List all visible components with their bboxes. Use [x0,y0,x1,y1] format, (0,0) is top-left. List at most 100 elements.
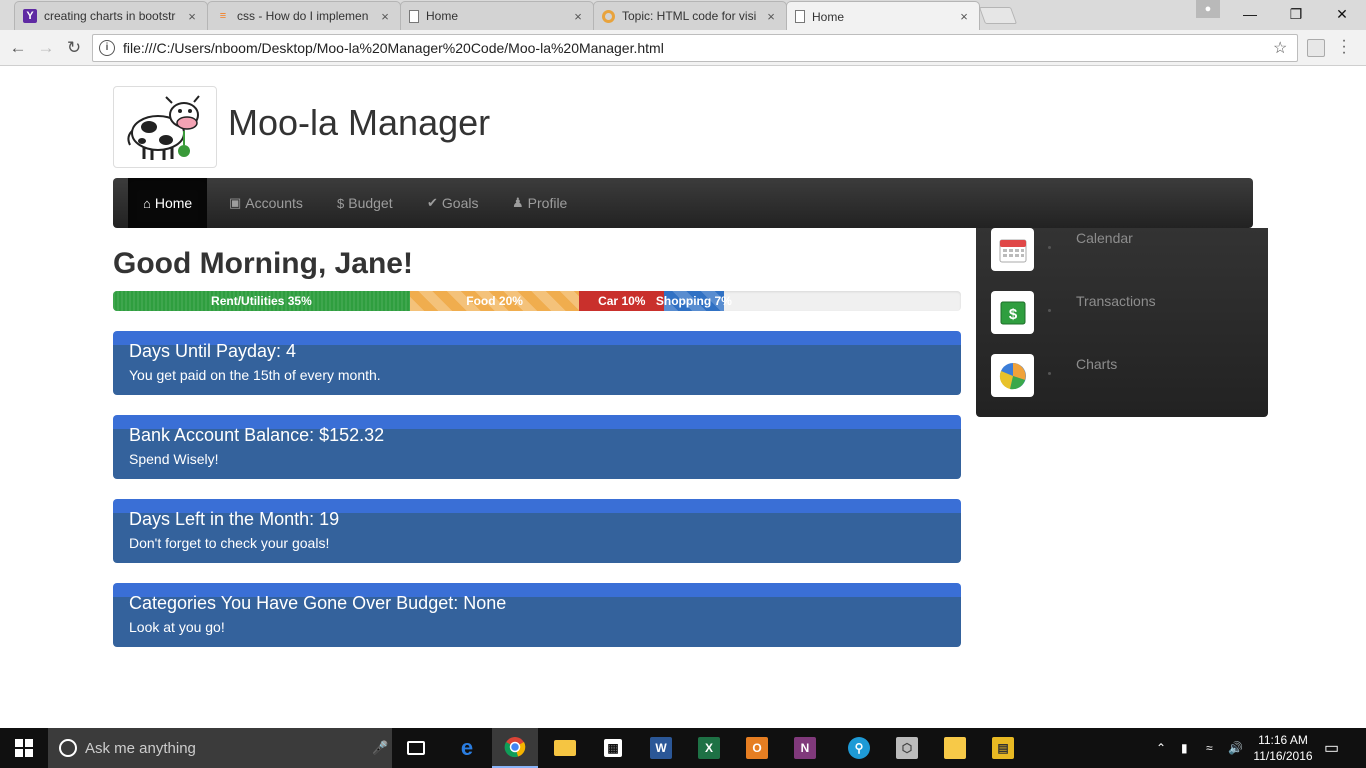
windows-taskbar: Ask me anything 🎤 e ▦ W X O N ⚲ ⬡ ▤ ⌃ ▮ … [0,728,1366,768]
side-item-label: Transactions [1076,293,1156,309]
close-window-button[interactable]: ✕ [1320,0,1364,28]
browser-tabstrip: Y creating charts in bootstr × ≡ css - H… [0,0,1366,31]
progress-segment-food: Food 20% [409,291,580,311]
url-text[interactable]: file:///C:/Users/nboom/Desktop/Moo-la%20… [123,40,1273,56]
microphone-icon[interactable]: 🎤 [372,740,392,756]
progress-segment-shopping: Shopping 7% [656,291,732,311]
forward-button[interactable]: → [34,36,58,60]
show-hidden-icons-icon[interactable]: ⌃ [1156,728,1166,768]
greeting-heading: Good Morning, Jane! [113,247,413,280]
user-icon[interactable]: ● [1196,0,1220,18]
side-item-label: Charts [1076,356,1118,372]
close-icon[interactable]: × [957,9,971,24]
pie-chart-icon [991,354,1034,397]
user-icon: ♟ [512,195,524,210]
minimize-button[interactable]: — [1228,0,1272,28]
windows-logo-icon [15,739,33,757]
browser-tab[interactable]: ≡ css - How do I implemen × [207,1,401,30]
dollar-bill-icon: $ [991,291,1034,334]
panel-body: Spend Wisely! [129,451,219,467]
bullet-dot [1048,309,1051,312]
main-navbar: ⌂ Home ▣ Accounts $ Budget ✔ Goals ♟ Pro… [113,178,1253,228]
bullet-dot [1048,372,1051,375]
tab-title: Home [812,9,845,24]
star-icon[interactable]: ☆ [1273,38,1297,58]
wifi-icon[interactable]: ≈ [1206,728,1213,768]
browser-tab-active[interactable]: Home × [786,1,980,31]
info-panel-payday: Days Until Payday: 4 You get paid on the… [113,331,961,395]
close-icon[interactable]: × [764,9,778,24]
menu-icon[interactable]: · · · [1340,33,1348,61]
nav-item-profile[interactable]: ♟ Profile [497,178,582,228]
tab-title: Topic: HTML code for visi [622,9,757,23]
address-bar[interactable]: i file:///C:/Users/nboom/Desktop/Moo-la%… [92,34,1298,62]
budget-progress-bar: Rent/Utilities 35% Food 20% Car 10% Shop… [113,291,961,311]
document-icon [795,10,805,23]
notifications-icon[interactable]: ▭ [1324,728,1339,768]
pdf-tool-icon[interactable]: ▤ [980,728,1026,768]
battery-icon[interactable]: ▮ [1181,728,1188,768]
progress-segment-car: Car 10% [579,291,665,311]
search-placeholder[interactable]: Ask me anything [85,740,372,757]
tab-title: css - How do I implemen [237,9,369,23]
onenote-icon[interactable]: N [782,728,828,768]
progress-segment-rent: Rent/Utilities 35% [113,291,410,311]
sticky-notes-icon[interactable] [932,728,978,768]
extension-icon[interactable] [1307,39,1325,57]
browser-tab[interactable]: Y creating charts in bootstr × [14,1,208,30]
edge-icon[interactable]: e [444,728,490,768]
briefcase-icon: ▣ [229,195,242,210]
back-button[interactable]: ← [6,36,30,60]
chrome-icon[interactable] [492,728,538,768]
svg-text:$: $ [1008,306,1017,323]
magnifier-icon[interactable]: ⚲ [836,728,882,768]
tab-title: Home [426,9,459,23]
clock-date: 11/16/2016 [1253,749,1313,763]
ring-icon [602,9,615,23]
stackoverflow-icon: ≡ [219,10,227,22]
side-item-transactions[interactable]: $ Transactions [976,291,1268,354]
close-icon[interactable]: × [185,9,199,24]
side-item-calendar[interactable]: Calendar [976,228,1268,291]
new-tab-button[interactable] [978,7,1018,24]
nav-item-goals[interactable]: ✔ Goals [412,178,493,228]
cortana-search-box[interactable]: Ask me anything 🎤 [48,728,392,768]
home-icon: ⌂ [143,195,151,211]
outlook-icon[interactable]: O [734,728,780,768]
calendar-icon [991,228,1034,271]
store-icon[interactable]: ▦ [590,728,636,768]
panel-heading: Days Until Payday: 4 [129,341,297,361]
side-item-charts[interactable]: Charts [976,354,1268,417]
nav-item-home[interactable]: ⌂ Home [128,178,208,228]
info-icon[interactable]: i [99,40,115,56]
info-panel-balance: Bank Account Balance: $152.32 Spend Wise… [113,415,961,479]
app-title: Moo-la Manager [228,102,491,143]
taskbar-clock[interactable]: 11:16 AM 11/16/2016 [1246,732,1320,764]
nav-label: Accounts [245,195,303,211]
excel-icon[interactable]: X [686,728,732,768]
windows-start-button[interactable] [0,728,48,768]
word-icon[interactable]: W [638,728,684,768]
panel-body: Don't forget to check your goals! [129,535,330,551]
panel-body: Look at you go! [129,619,225,635]
task-view-icon[interactable] [393,728,439,768]
nav-label: Home [154,195,193,211]
info-panel-over-budget: Categories You Have Gone Over Budget: No… [113,583,961,647]
file-explorer-icon[interactable] [542,728,588,768]
app-hexagon-icon[interactable]: ⬡ [884,728,930,768]
browser-tab[interactable]: Home × [400,1,594,30]
dollar-icon: $ [337,195,345,211]
restore-button[interactable]: ❐ [1274,0,1318,28]
panel-heading: Days Left in the Month: 19 [129,509,340,529]
volume-icon[interactable]: 🔊 [1228,728,1243,768]
document-icon [409,9,419,23]
tab-title: creating charts in bootstr [44,9,176,23]
panel-heading: Categories You Have Gone Over Budget: No… [129,593,507,613]
nav-item-budget[interactable]: $ Budget [322,178,408,228]
close-icon[interactable]: × [378,9,392,24]
close-icon[interactable]: × [571,9,585,24]
side-item-label: Calendar [1076,230,1133,246]
nav-item-accounts[interactable]: ▣ Accounts [214,178,318,228]
reload-button[interactable]: ↻ [62,36,86,60]
browser-tab[interactable]: Topic: HTML code for visi × [593,1,787,30]
